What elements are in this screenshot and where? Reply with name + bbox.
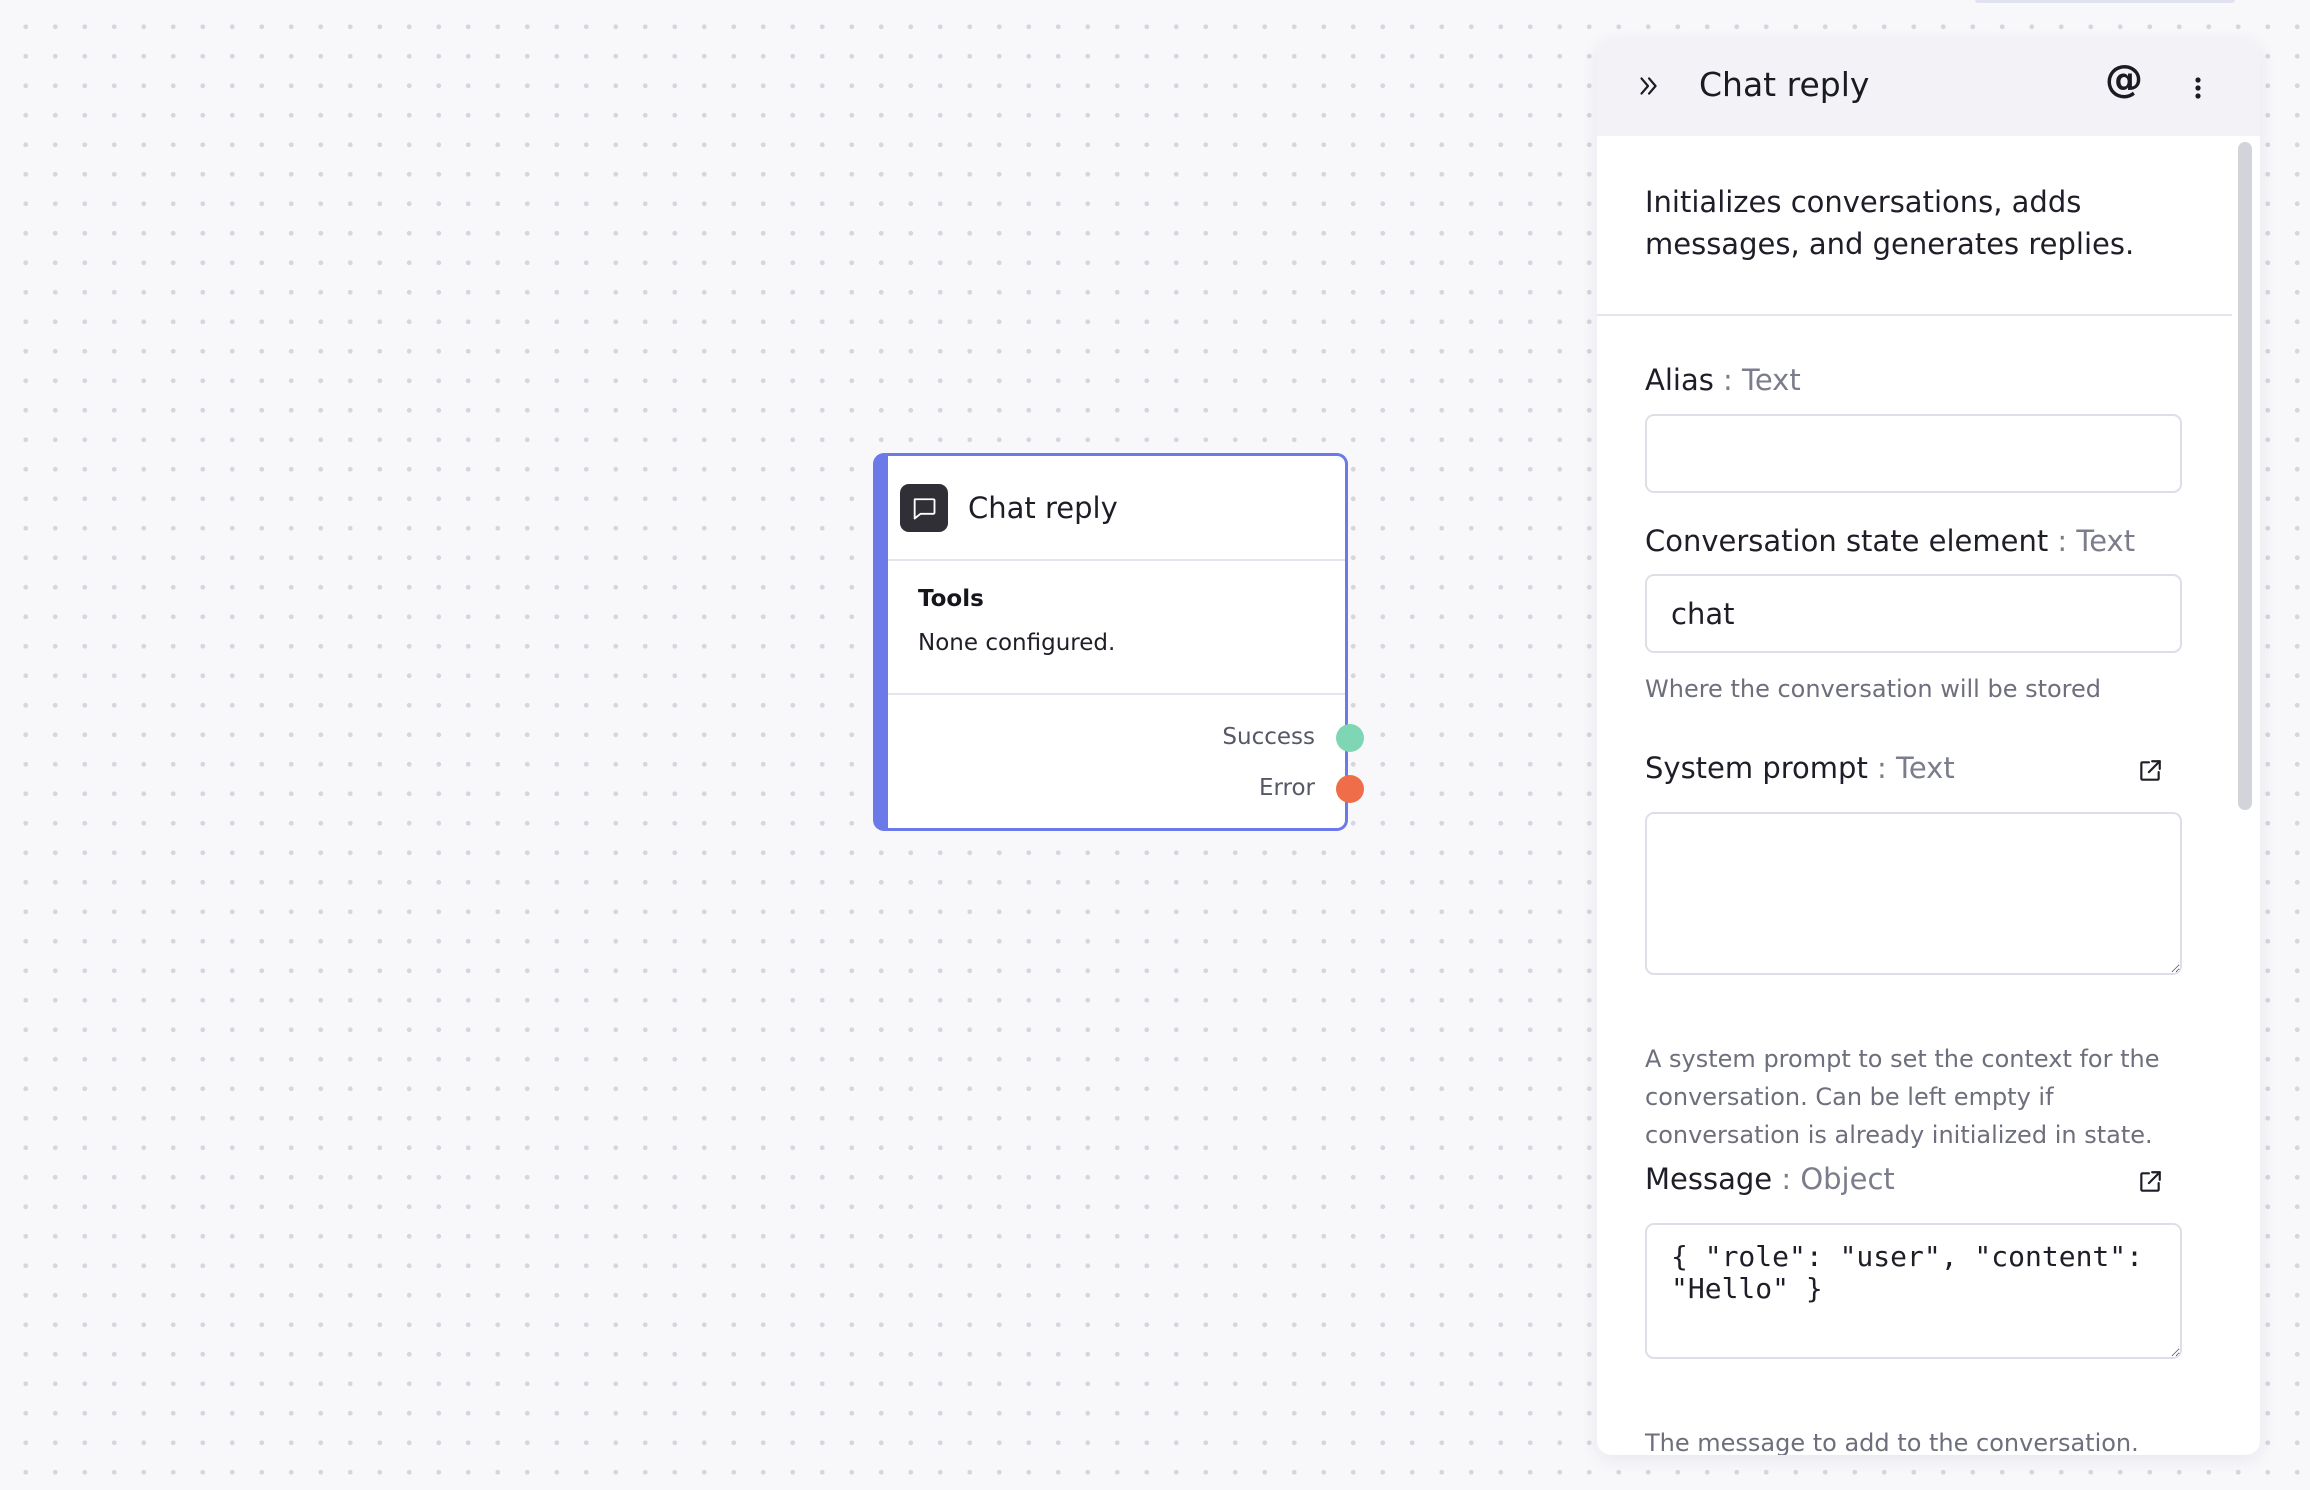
message-textarea[interactable]: { "role": "user", "content": "Hello" } [1645,1223,2182,1359]
message-label-text: Message [1645,1162,1773,1196]
alias-label-text: Alias [1645,363,1714,397]
error-output-port[interactable] [1336,775,1364,803]
system-prompt-label-text: System prompt [1645,751,1868,785]
panel-description: Initializes conversations, adds messages… [1645,185,2135,261]
alias-label: Alias : Text [1645,363,1801,397]
system-prompt-label: System prompt : Text [1645,751,1955,785]
node-tools-label: Tools [918,586,984,612]
more-options-icon[interactable] [2194,76,2202,100]
collapse-panel-icon[interactable] [1635,73,1661,99]
node-tools-section: Tools None configured. [888,561,1345,695]
panel-divider [1597,314,2232,316]
alias-type: : Text [1713,363,1801,397]
message-help: The message to add to the conversation. … [1645,1429,2139,1455]
panel-title: Chat reply [1699,65,1870,104]
conversation-state-type: : Text [2048,524,2136,558]
message-label: Message : Object [1645,1162,1895,1196]
conversation-state-help: Where the conversation will be stored [1645,675,2102,703]
node-title: Chat reply [968,490,1118,525]
message-type: : Object [1772,1162,1895,1196]
chat-reply-node[interactable]: Chat reply Tools None configured. Succes… [873,453,1348,831]
output-error-label: Error [1258,775,1315,801]
alias-input[interactable] [1645,414,2182,493]
conversation-state-label-text: Conversation state element [1645,524,2049,558]
mention-at-icon[interactable]: @ [2105,60,2143,98]
panel-header: Chat reply @ [1597,40,2260,136]
system-prompt-help: A system prompt to set the context for t… [1645,1045,2160,1149]
chat-bubble-icon [900,483,948,532]
system-prompt-textarea[interactable] [1645,812,2182,975]
conversation-state-input[interactable] [1645,574,2182,653]
settings-panel: Chat reply @ Initializes conversations, … [1597,40,2260,1455]
panel-scrollbar[interactable] [2238,142,2252,810]
top-bar-edge [1975,0,2235,3]
node-header: Chat reply [888,456,1345,561]
output-success-label: Success [1222,724,1315,750]
message-expand-icon[interactable] [2137,1169,2163,1195]
system-prompt-expand-icon[interactable] [2137,758,2163,784]
success-output-port[interactable] [1336,724,1364,752]
node-tools-value: None configured. [918,630,1116,656]
system-prompt-type: : Text [1867,751,1955,785]
conversation-state-label: Conversation state element : Text [1645,524,2135,558]
